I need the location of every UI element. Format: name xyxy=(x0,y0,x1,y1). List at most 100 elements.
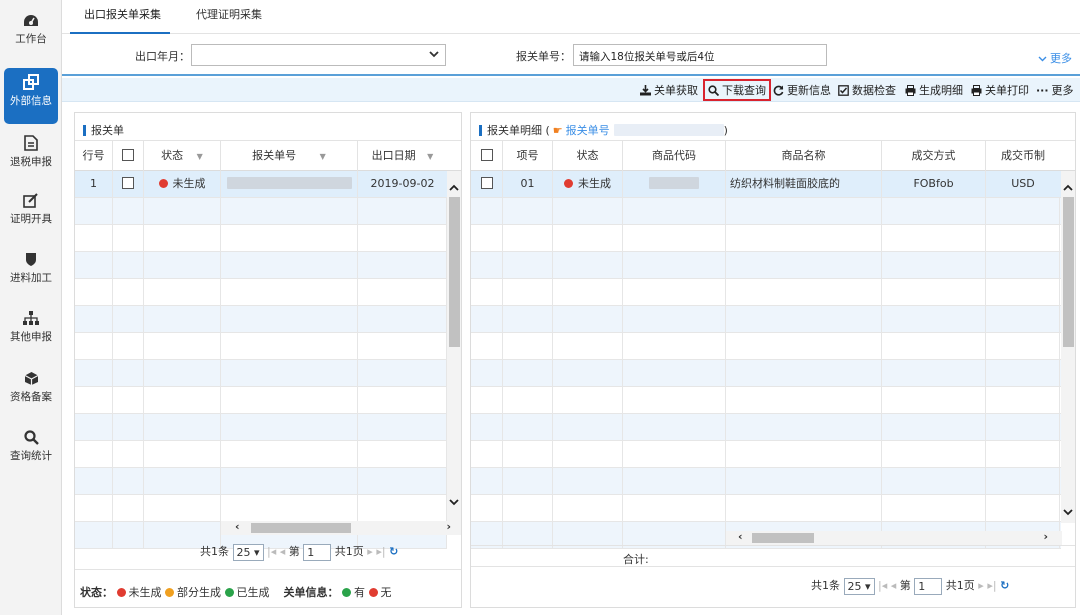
download-query-button[interactable]: 下载查询 xyxy=(703,79,771,101)
refresh-icon[interactable]: ↻ xyxy=(389,545,398,558)
declaration-detail-panel: 报关单明细 (☛ 报关单号) 项号 状态 商品代码 商品名称 成交方式 成交币制 … xyxy=(470,112,1076,608)
row-status: 未生成 xyxy=(144,171,221,198)
table-row[interactable] xyxy=(75,306,447,333)
print-declaration-button[interactable]: 关单打印 xyxy=(971,82,1029,98)
table-row[interactable] xyxy=(75,360,447,387)
table-row[interactable] xyxy=(75,387,447,414)
next-page-icon[interactable]: ▸ xyxy=(978,579,984,592)
toolbar-more-button[interactable]: ··· 更多 xyxy=(1036,82,1074,98)
tab-export-declaration[interactable]: 出口报关单采集 xyxy=(70,0,170,34)
chevron-right-icon: › xyxy=(1043,530,1048,543)
table-row[interactable] xyxy=(471,360,1061,387)
table-cell xyxy=(144,279,221,306)
scroll-thumb[interactable] xyxy=(251,523,351,533)
page-size-select[interactable]: 25 ▾ xyxy=(232,543,264,561)
row-select[interactable] xyxy=(471,171,503,198)
scroll-thumb[interactable] xyxy=(1063,197,1074,347)
column-header-declaration-no[interactable]: 报关单号 ▼ xyxy=(221,141,358,171)
declaration-no-input[interactable]: 请输入18位报关单号或后4位 xyxy=(573,44,827,66)
table-row[interactable]: 01 未生成 纺织材料制鞋面胶底的 FOBfob USD xyxy=(471,171,1061,198)
checkbox-icon xyxy=(838,85,849,96)
refresh-icon[interactable]: ↻ xyxy=(1000,579,1009,592)
scroll-thumb[interactable] xyxy=(449,197,460,347)
sidebar-item-other-declaration[interactable]: 其他申报 xyxy=(0,311,62,367)
table-row[interactable] xyxy=(471,468,1061,495)
tab-bar: 出口报关单采集 代理证明采集 xyxy=(62,0,1080,34)
table-row[interactable] xyxy=(471,495,1061,522)
table-row[interactable] xyxy=(471,441,1061,468)
shield-icon xyxy=(26,253,36,266)
column-header-select-all[interactable] xyxy=(113,141,144,171)
table-row[interactable] xyxy=(75,414,447,441)
sidebar-item-query[interactable]: 查询统计 xyxy=(0,430,62,486)
data-check-button[interactable]: 数据检查 xyxy=(838,82,896,98)
select-all-checkbox[interactable] xyxy=(122,149,134,161)
table-cell xyxy=(882,306,986,333)
page-number-input[interactable]: 1 xyxy=(303,543,332,561)
table-row[interactable] xyxy=(75,279,447,306)
table-cell xyxy=(75,387,113,414)
declaration-vertical-scrollbar[interactable] xyxy=(447,171,461,523)
column-header-status[interactable]: 状态 ▼ xyxy=(144,141,221,171)
row-status: 未生成 xyxy=(553,171,623,198)
table-row[interactable] xyxy=(75,225,447,252)
scroll-thumb[interactable] xyxy=(752,533,814,543)
first-page-icon[interactable]: |◂ xyxy=(267,545,276,558)
detail-declaration-link[interactable]: 报关单号 xyxy=(566,124,610,137)
table-row[interactable] xyxy=(75,441,447,468)
table-cell xyxy=(726,333,882,360)
table-row[interactable] xyxy=(75,333,447,360)
table-row[interactable] xyxy=(471,414,1061,441)
table-cell xyxy=(986,333,1060,360)
sidebar-item-qualification[interactable]: 资格备案 xyxy=(0,371,62,427)
table-row[interactable] xyxy=(75,468,447,495)
tab-agent-certificate[interactable]: 代理证明采集 xyxy=(196,0,262,34)
next-page-icon[interactable]: ▸ xyxy=(367,545,373,558)
table-row[interactable] xyxy=(75,198,447,225)
first-page-icon[interactable]: |◂ xyxy=(878,579,887,592)
table-cell xyxy=(144,495,221,522)
table-row[interactable]: 1 未生成 2019-09-02 xyxy=(75,171,447,198)
declaration-panel-title: 报关单 xyxy=(75,113,461,141)
table-row[interactable] xyxy=(471,225,1061,252)
column-header-select-all[interactable] xyxy=(471,141,503,171)
last-page-icon[interactable]: ▸| xyxy=(376,545,385,558)
table-cell xyxy=(144,414,221,441)
sidebar-item-tax-refund[interactable]: 退税申报 xyxy=(0,135,62,191)
sidebar-item-workbench[interactable]: 工作台 xyxy=(0,14,62,70)
table-row[interactable] xyxy=(75,495,447,522)
table-cell xyxy=(623,306,726,333)
table-row[interactable] xyxy=(471,198,1061,225)
table-row[interactable] xyxy=(471,387,1061,414)
column-header-export-date[interactable]: 出口日期 ▼ xyxy=(358,141,447,171)
sidebar-item-processing[interactable]: 进料加工 xyxy=(0,252,62,308)
page-size-select[interactable]: 25 ▾ xyxy=(843,577,875,595)
export-month-select[interactable] xyxy=(191,44,446,66)
table-row[interactable] xyxy=(471,252,1061,279)
table-cell xyxy=(358,198,447,225)
chevron-up-icon xyxy=(449,184,459,191)
last-page-icon[interactable]: ▸| xyxy=(987,579,996,592)
detail-vertical-scrollbar[interactable] xyxy=(1061,171,1075,523)
table-cell xyxy=(986,495,1060,522)
table-row[interactable] xyxy=(75,252,447,279)
select-all-checkbox[interactable] xyxy=(480,149,493,161)
fetch-declaration-button[interactable]: 关单获取 xyxy=(640,82,698,98)
prev-page-icon[interactable]: ◂ xyxy=(891,579,897,592)
row-checkbox[interactable] xyxy=(480,177,493,189)
table-row[interactable] xyxy=(471,279,1061,306)
update-info-button[interactable]: 更新信息 xyxy=(773,82,831,98)
sidebar-item-certificate[interactable]: 证明开具 xyxy=(0,193,62,249)
prev-page-icon[interactable]: ◂ xyxy=(280,545,286,558)
more-filter-link[interactable]: 更多 xyxy=(1038,50,1072,66)
page-number-input[interactable]: 1 xyxy=(914,577,943,595)
sidebar-item-external-info[interactable]: 外部信息 xyxy=(4,68,58,124)
detail-horizontal-scrollbar[interactable]: ‹ › xyxy=(726,530,1062,545)
row-checkbox[interactable] xyxy=(122,177,134,189)
declaration-horizontal-scrollbar[interactable]: ‹ › xyxy=(221,520,461,535)
declaration-panel: 报关单 行号 状态 ▼ 报关单号 ▼ 出口日期 ▼ 1 未生成 2019-09-02… xyxy=(74,112,462,608)
table-row[interactable] xyxy=(471,306,1061,333)
table-row[interactable] xyxy=(471,333,1061,360)
row-select[interactable] xyxy=(113,171,144,198)
generate-detail-button[interactable]: 生成明细 xyxy=(905,82,963,98)
